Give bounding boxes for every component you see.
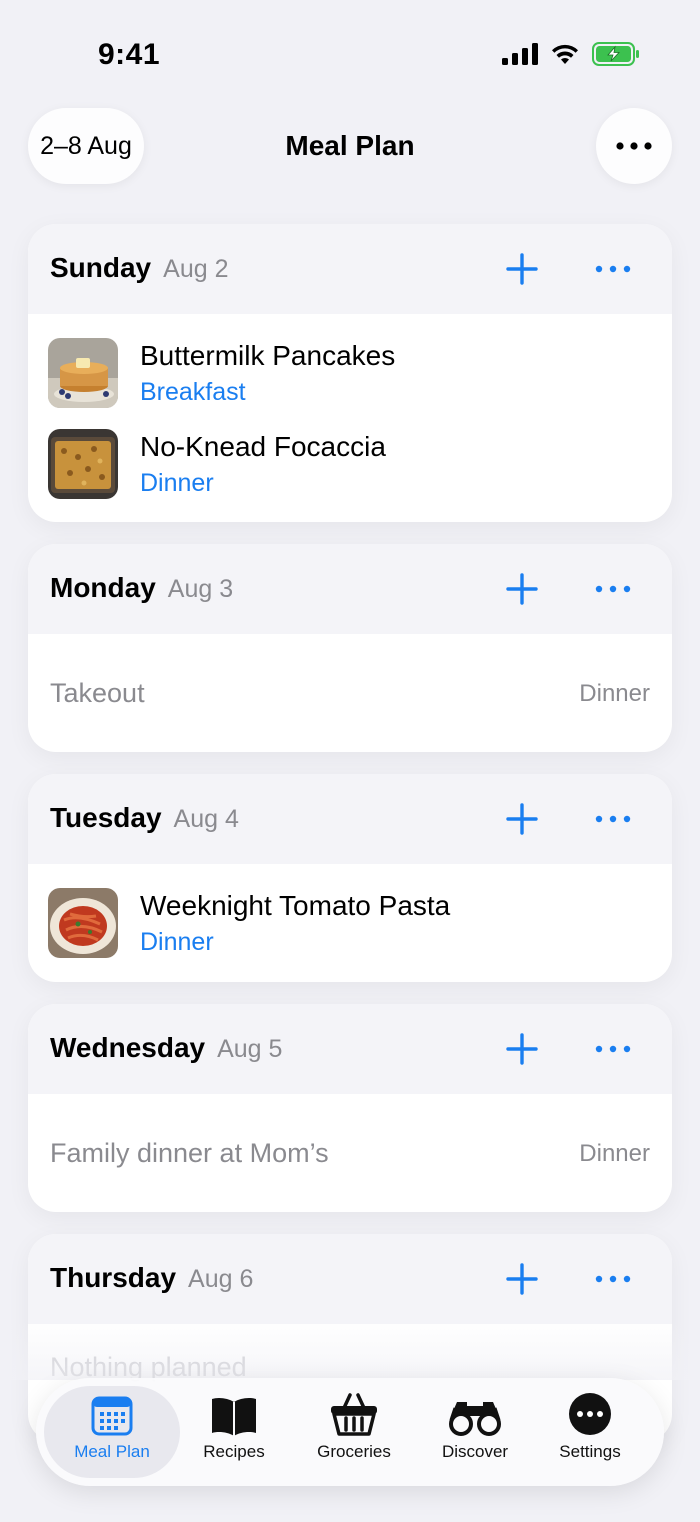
day-header: Tuesday Aug 4 <box>28 774 672 864</box>
meal-type: Dinner <box>140 469 214 497</box>
day-name: Thursday Aug 6 <box>50 1262 254 1293</box>
meal-item[interactable]: Weeknight Tomato Pasta Dinner <box>28 888 672 979</box>
add-meal-button[interactable] <box>505 802 539 836</box>
focaccia-thumbnail <box>48 429 118 499</box>
status-bar: 9:41 <box>0 0 700 100</box>
day-more-button[interactable] <box>593 804 633 834</box>
calendar-icon <box>91 1396 133 1436</box>
day-more-button[interactable] <box>593 1264 633 1294</box>
book-icon <box>212 1398 256 1436</box>
status-time: 9:41 <box>98 38 161 71</box>
meal-type: Dinner <box>140 928 214 956</box>
day-header: Sunday Aug 2 <box>28 224 672 314</box>
day-name: Wednesday Aug 5 <box>50 1032 283 1063</box>
tab-settings[interactable]: Settings <box>530 1386 650 1478</box>
day-date: Aug 2 <box>163 255 229 283</box>
day-name: Tuesday Aug 4 <box>50 802 239 833</box>
day-more-button[interactable] <box>593 1034 633 1064</box>
cellular-signal-icon <box>502 43 538 65</box>
day-header: Monday Aug 3 <box>28 544 672 634</box>
day-date: Aug 6 <box>188 1265 254 1293</box>
day-header: Wednesday Aug 5 <box>28 1004 672 1094</box>
tab-label: Settings <box>559 1442 621 1461</box>
day-card-wednesday: Wednesday Aug 5 Family dinner at Mom’s Di… <box>28 1004 672 1212</box>
battery-charging-icon <box>592 42 639 66</box>
tab-bar: Meal Plan Recipes Groceries Discover Set… <box>36 1378 664 1486</box>
tab-meal-plan[interactable]: Meal Plan <box>44 1386 180 1478</box>
pasta-thumbnail <box>48 888 118 958</box>
tab-groceries[interactable]: Groceries <box>294 1386 414 1478</box>
day-date: Aug 3 <box>167 575 234 603</box>
day-card-monday: Monday Aug 3 Takeout Dinner <box>28 544 672 752</box>
day-name: Sunday Aug 2 <box>50 252 229 283</box>
note-text: Family dinner at Mom’s <box>50 1138 329 1168</box>
note-item[interactable]: Takeout Dinner <box>28 634 672 752</box>
basket-icon <box>331 1393 377 1436</box>
tab-discover[interactable]: Discover <box>415 1386 535 1478</box>
ellipsis-icon <box>616 142 652 150</box>
day-card-sunday: Sunday Aug 2 Buttermilk Pancakes Breakfas… <box>28 224 672 522</box>
header: 2–8 Aug Meal Plan <box>0 108 700 186</box>
tab-label: Groceries <box>317 1442 391 1461</box>
more-options-button[interactable] <box>596 108 672 184</box>
tab-label: Meal Plan <box>74 1442 150 1461</box>
day-date: Aug 4 <box>173 805 239 833</box>
status-icons <box>502 42 640 66</box>
day-card-tuesday: Tuesday Aug 4 Weeknight Tomato Pasta Dinn… <box>28 774 672 982</box>
day-header: Thursday Aug 6 <box>28 1234 672 1324</box>
tab-recipes[interactable]: Recipes <box>174 1386 294 1478</box>
day-name: Monday Aug 3 <box>50 572 234 603</box>
note-item[interactable]: Family dinner at Mom’s Dinner <box>28 1094 672 1212</box>
page-title: Meal Plan <box>285 130 415 161</box>
wifi-icon <box>552 44 578 64</box>
meal-title: Weeknight Tomato Pasta <box>140 890 451 921</box>
note-text: Takeout <box>50 678 145 708</box>
meal-type: Breakfast <box>140 378 246 406</box>
note-meal-type: Dinner <box>579 1140 650 1167</box>
add-meal-button[interactable] <box>505 1032 539 1066</box>
add-meal-button[interactable] <box>505 1262 539 1296</box>
tab-label: Discover <box>441 1442 509 1461</box>
meal-item[interactable]: No-Knead Focaccia Dinner <box>28 429 672 520</box>
meal-title: No-Knead Focaccia <box>140 431 386 462</box>
day-date: Aug 5 <box>217 1035 283 1063</box>
add-meal-button[interactable] <box>505 252 539 286</box>
note-meal-type: Dinner <box>579 680 650 707</box>
meal-title: Buttermilk Pancakes <box>140 340 396 371</box>
ellipsis-circle-icon <box>569 1393 611 1435</box>
meal-item[interactable]: Buttermilk Pancakes Breakfast <box>28 338 672 429</box>
tab-label: Recipes <box>203 1442 265 1461</box>
day-more-button[interactable] <box>593 574 633 604</box>
add-meal-button[interactable] <box>505 572 539 606</box>
binoculars-icon <box>449 1402 501 1436</box>
pancakes-thumbnail <box>48 338 118 408</box>
day-more-button[interactable] <box>593 254 633 284</box>
